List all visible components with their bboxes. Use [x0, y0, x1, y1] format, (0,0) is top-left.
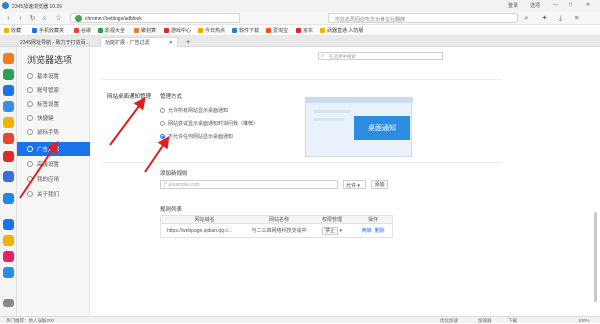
- status-left[interactable]: 热门推荐：他人误解200: [6, 318, 54, 324]
- zoom-level[interactable]: 100%: [578, 318, 590, 323]
- status-item[interactable]: 加速器: [478, 318, 492, 324]
- arrow-to-section: [109, 97, 146, 146]
- status-item[interactable]: 下载: [508, 318, 517, 324]
- status-bar: 热门推荐：他人误解200 优化加速 加速器 下载 100%: [0, 316, 600, 323]
- annotation-arrows: [19, 97, 170, 199]
- status-item[interactable]: 优化加速: [440, 318, 458, 324]
- arrow-to-option: [144, 136, 170, 173]
- arrow-to-adblock: [19, 141, 59, 199]
